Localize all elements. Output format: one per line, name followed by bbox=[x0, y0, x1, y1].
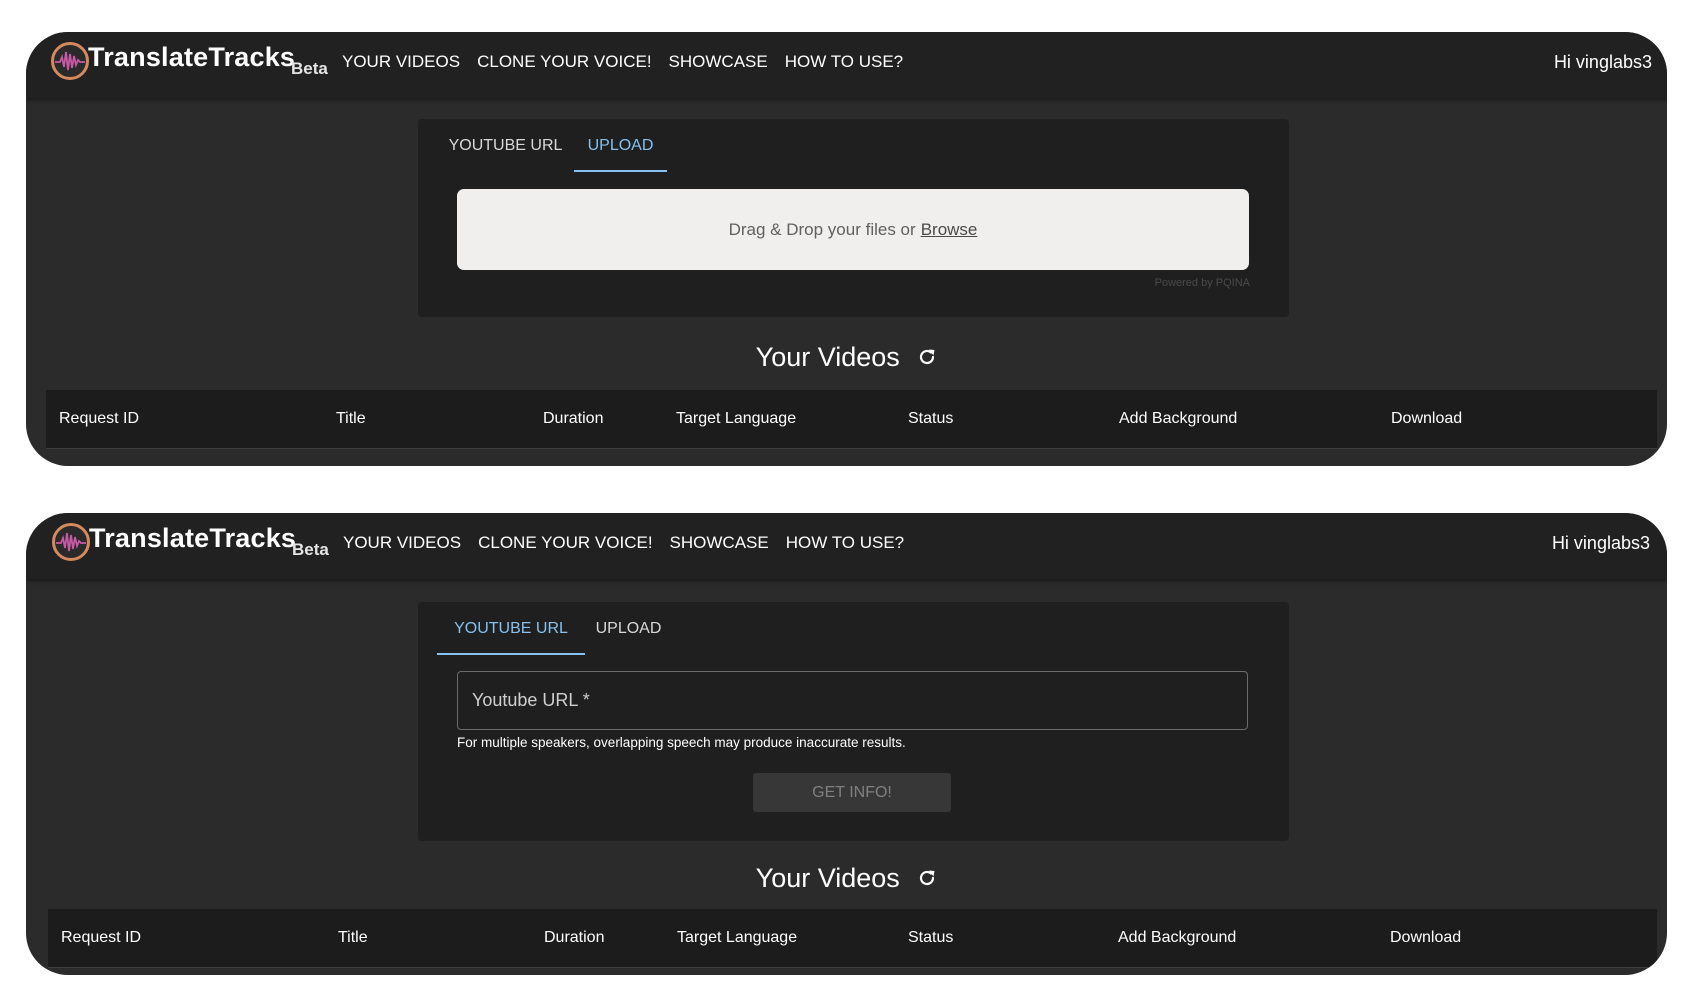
powered-by-label[interactable]: Powered by PQINA bbox=[1155, 277, 1250, 289]
nav-links: YOUR VIDEOS CLONE YOUR VOICE! SHOWCASE H… bbox=[343, 533, 904, 553]
active-tab-indicator bbox=[574, 170, 667, 172]
tab-youtube-url[interactable]: YOUTUBE URL bbox=[437, 602, 585, 655]
youtube-url-input[interactable] bbox=[457, 671, 1248, 730]
navbar: TranslateTracks Beta YOUR VIDEOS CLONE Y… bbox=[26, 32, 1667, 98]
refresh-icon[interactable] bbox=[917, 868, 937, 888]
col-status[interactable]: Status bbox=[908, 929, 953, 947]
tab-youtube-url-label: YOUTUBE URL bbox=[454, 619, 568, 637]
tab-upload-label: UPLOAD bbox=[587, 136, 654, 154]
nav-how-to-use[interactable]: HOW TO USE? bbox=[786, 533, 904, 553]
your-videos-title: Your Videos bbox=[755, 863, 900, 893]
browse-link[interactable]: Browse bbox=[921, 220, 978, 240]
navbar: TranslateTracks Beta YOUR VIDEOS CLONE Y… bbox=[26, 513, 1667, 579]
col-request-id[interactable]: Request ID bbox=[61, 929, 141, 947]
refresh-icon[interactable] bbox=[917, 347, 937, 367]
your-videos-heading: Your Videos bbox=[26, 342, 1667, 373]
col-duration[interactable]: Duration bbox=[543, 410, 603, 428]
col-target-language[interactable]: Target Language bbox=[676, 410, 796, 428]
nav-your-videos[interactable]: YOUR VIDEOS bbox=[343, 533, 461, 553]
user-greeting[interactable]: Hi vinglabs3 bbox=[1554, 52, 1652, 73]
nav-showcase[interactable]: SHOWCASE bbox=[669, 52, 768, 72]
logo-icon[interactable] bbox=[51, 522, 91, 562]
nav-clone-voice[interactable]: CLONE YOUR VOICE! bbox=[477, 52, 651, 72]
col-add-background[interactable]: Add Background bbox=[1118, 929, 1236, 947]
nav-your-videos[interactable]: YOUR VIDEOS bbox=[342, 52, 460, 72]
get-info-button[interactable]: GET INFO! bbox=[753, 773, 951, 812]
videos-table-header: Request ID Title Duration Target Languag… bbox=[48, 909, 1657, 968]
youtube-view-panel: TranslateTracks Beta YOUR VIDEOS CLONE Y… bbox=[26, 513, 1667, 975]
upload-view-panel: TranslateTracks Beta YOUR VIDEOS CLONE Y… bbox=[26, 32, 1667, 466]
videos-table-header: Request ID Title Duration Target Languag… bbox=[46, 390, 1657, 449]
input-card: YOUTUBE URL UPLOAD Drag & Drop your file… bbox=[418, 119, 1289, 317]
speakers-helper-text: For multiple speakers, overlapping speec… bbox=[457, 735, 906, 750]
col-add-background[interactable]: Add Background bbox=[1119, 410, 1237, 428]
brand-name[interactable]: TranslateTracks bbox=[88, 42, 295, 73]
nav-links: YOUR VIDEOS CLONE YOUR VOICE! SHOWCASE H… bbox=[342, 52, 903, 72]
input-card: YOUTUBE URL UPLOAD For multiple speakers… bbox=[418, 602, 1289, 841]
active-tab-indicator bbox=[437, 653, 585, 655]
col-title[interactable]: Title bbox=[336, 410, 366, 428]
logo-icon[interactable] bbox=[50, 41, 90, 81]
tab-upload[interactable]: UPLOAD bbox=[585, 602, 672, 655]
nav-clone-voice[interactable]: CLONE YOUR VOICE! bbox=[478, 533, 652, 553]
dropzone-prompt: Drag & Drop your files or bbox=[728, 219, 916, 239]
your-videos-heading: Your Videos bbox=[26, 863, 1667, 894]
col-target-language[interactable]: Target Language bbox=[677, 929, 797, 947]
tab-youtube-url[interactable]: YOUTUBE URL bbox=[437, 119, 574, 172]
file-dropzone[interactable]: Drag & Drop your files or Browse bbox=[457, 189, 1249, 270]
beta-badge: Beta bbox=[291, 59, 328, 78]
your-videos-title: Your Videos bbox=[755, 342, 900, 372]
nav-how-to-use[interactable]: HOW TO USE? bbox=[785, 52, 903, 72]
col-title[interactable]: Title bbox=[338, 929, 368, 947]
beta-badge: Beta bbox=[292, 540, 329, 559]
user-greeting[interactable]: Hi vinglabs3 bbox=[1552, 533, 1650, 554]
col-duration[interactable]: Duration bbox=[544, 929, 604, 947]
tab-upload[interactable]: UPLOAD bbox=[574, 119, 667, 172]
brand-name[interactable]: TranslateTracks bbox=[89, 523, 296, 554]
col-status[interactable]: Status bbox=[908, 410, 953, 428]
nav-showcase[interactable]: SHOWCASE bbox=[670, 533, 769, 553]
col-download[interactable]: Download bbox=[1390, 929, 1461, 947]
col-download[interactable]: Download bbox=[1391, 410, 1462, 428]
col-request-id[interactable]: Request ID bbox=[59, 410, 139, 428]
